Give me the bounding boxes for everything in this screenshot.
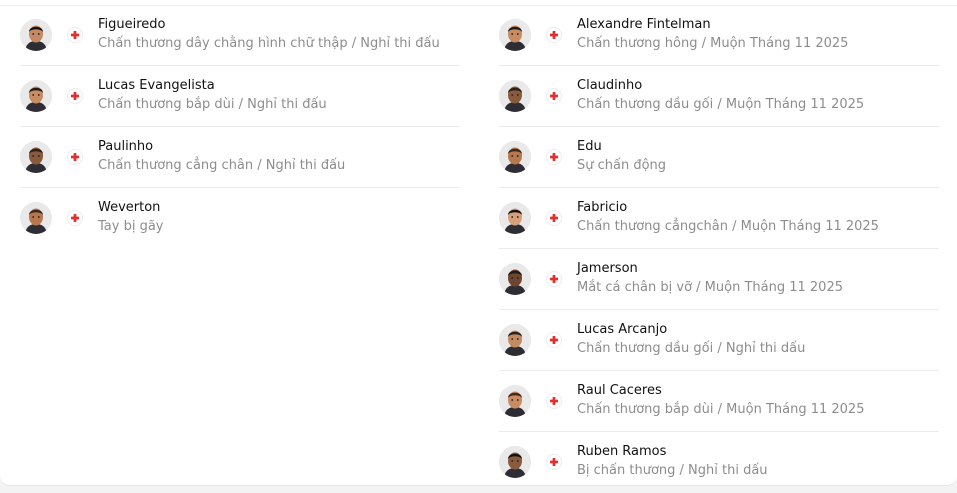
player-row[interactable]: Ruben Ramos Bị chấn thương / Nghỉ thi dấu [499,432,939,492]
player-name[interactable]: Alexandre Fintelman [577,16,711,33]
player-avatar[interactable] [499,19,531,51]
player-name[interactable]: Figueiredo [98,16,166,33]
player-row[interactable]: Fabricio Chấn thương cẳngchân / Muộn Thán… [499,188,939,249]
player-avatar[interactable] [20,202,52,234]
injury-cross-icon [68,211,82,225]
injury-cross-icon [68,89,82,103]
player-row[interactable]: Claudinho Chấn thương dầu gối / Muộn Thán… [499,66,939,127]
player-row[interactable]: Paulinho Chấn thương cẳng chân / Nghỉ thi… [20,127,460,188]
player-name[interactable]: Paulinho [98,138,153,155]
player-name[interactable]: Lucas Arcanjo [577,321,667,338]
injury-cross-icon [547,333,561,347]
injury-cross-icon [68,150,82,164]
player-avatar[interactable] [499,80,531,112]
injury-status: Mắt cá chân bị vỡ / Muộn Tháng 11 2025 [577,280,843,295]
injury-cross-icon [547,272,561,286]
player-name[interactable]: Weverton [98,199,160,216]
injury-cross-icon [547,89,561,103]
player-row[interactable]: Alexandre Fintelman Chấn thương hông / Mu… [499,5,939,66]
injury-status: Tay bị gãy [98,219,164,234]
player-avatar[interactable] [20,141,52,173]
injury-cross-icon [547,150,561,164]
player-avatar[interactable] [499,202,531,234]
injury-status: Chấn thương cẳng chân / Nghỉ thi đấu [98,158,346,173]
injury-cross-icon [547,28,561,42]
injury-status: Bị chấn thương / Nghỉ thi dấu [577,463,768,478]
player-avatar[interactable] [499,446,531,478]
player-avatar[interactable] [20,80,52,112]
player-avatar[interactable] [20,19,52,51]
left-player-list: Figueiredo Chấn thương dây chằng hình chữ… [20,5,460,248]
player-name[interactable]: Ruben Ramos [577,443,666,460]
injury-status: Chấn thương bắp dùi / Muộn Tháng 11 2025 [577,402,865,417]
player-avatar[interactable] [499,385,531,417]
player-name[interactable]: Lucas Evangelista [98,77,215,94]
player-avatar[interactable] [499,263,531,295]
player-row[interactable]: Raul Caceres Chấn thương bắp dùi / Muộn T… [499,371,939,432]
player-avatar[interactable] [499,324,531,356]
injury-status: Chấn thương cẳngchân / Muộn Tháng 11 202… [577,219,879,234]
injury-status: Chấn thương dầu gối / Muộn Tháng 11 2025 [577,97,865,112]
injury-status: Chấn thương dây chằng hình chữ thập / Ng… [98,36,440,51]
injured-players-card: Figueiredo Chấn thương dây chằng hình chữ… [0,0,957,486]
player-row[interactable]: Edu Sự chấn động [499,127,939,188]
player-row[interactable]: Weverton Tay bị gãy [20,188,460,248]
player-row[interactable]: Jamerson Mắt cá chân bị vỡ / Muộn Tháng 1… [499,249,939,310]
right-player-list: Alexandre Fintelman Chấn thương hông / Mu… [499,5,939,492]
injury-status: Chấn thương hông / Muộn Tháng 11 2025 [577,36,849,51]
player-name[interactable]: Raul Caceres [577,382,662,399]
player-row[interactable]: Lucas Evangelista Chấn thương bắp dùi / N… [20,66,460,127]
injury-cross-icon [547,394,561,408]
player-avatar[interactable] [499,141,531,173]
injury-status: Chấn thương dầu gối / Nghỉ thi dấu [577,341,806,356]
injury-cross-icon [68,28,82,42]
injury-status: Chấn thương bắp dùi / Nghỉ thi đấu [98,97,327,112]
injury-cross-icon [547,455,561,469]
player-name[interactable]: Edu [577,138,602,155]
player-row[interactable]: Figueiredo Chấn thương dây chằng hình chữ… [20,5,460,66]
player-row[interactable]: Lucas Arcanjo Chấn thương dầu gối / Nghỉ … [499,310,939,371]
player-name[interactable]: Claudinho [577,77,642,94]
injury-status: Sự chấn động [577,158,667,173]
player-name[interactable]: Fabricio [577,199,627,216]
player-name[interactable]: Jamerson [577,260,638,277]
injury-cross-icon [547,211,561,225]
